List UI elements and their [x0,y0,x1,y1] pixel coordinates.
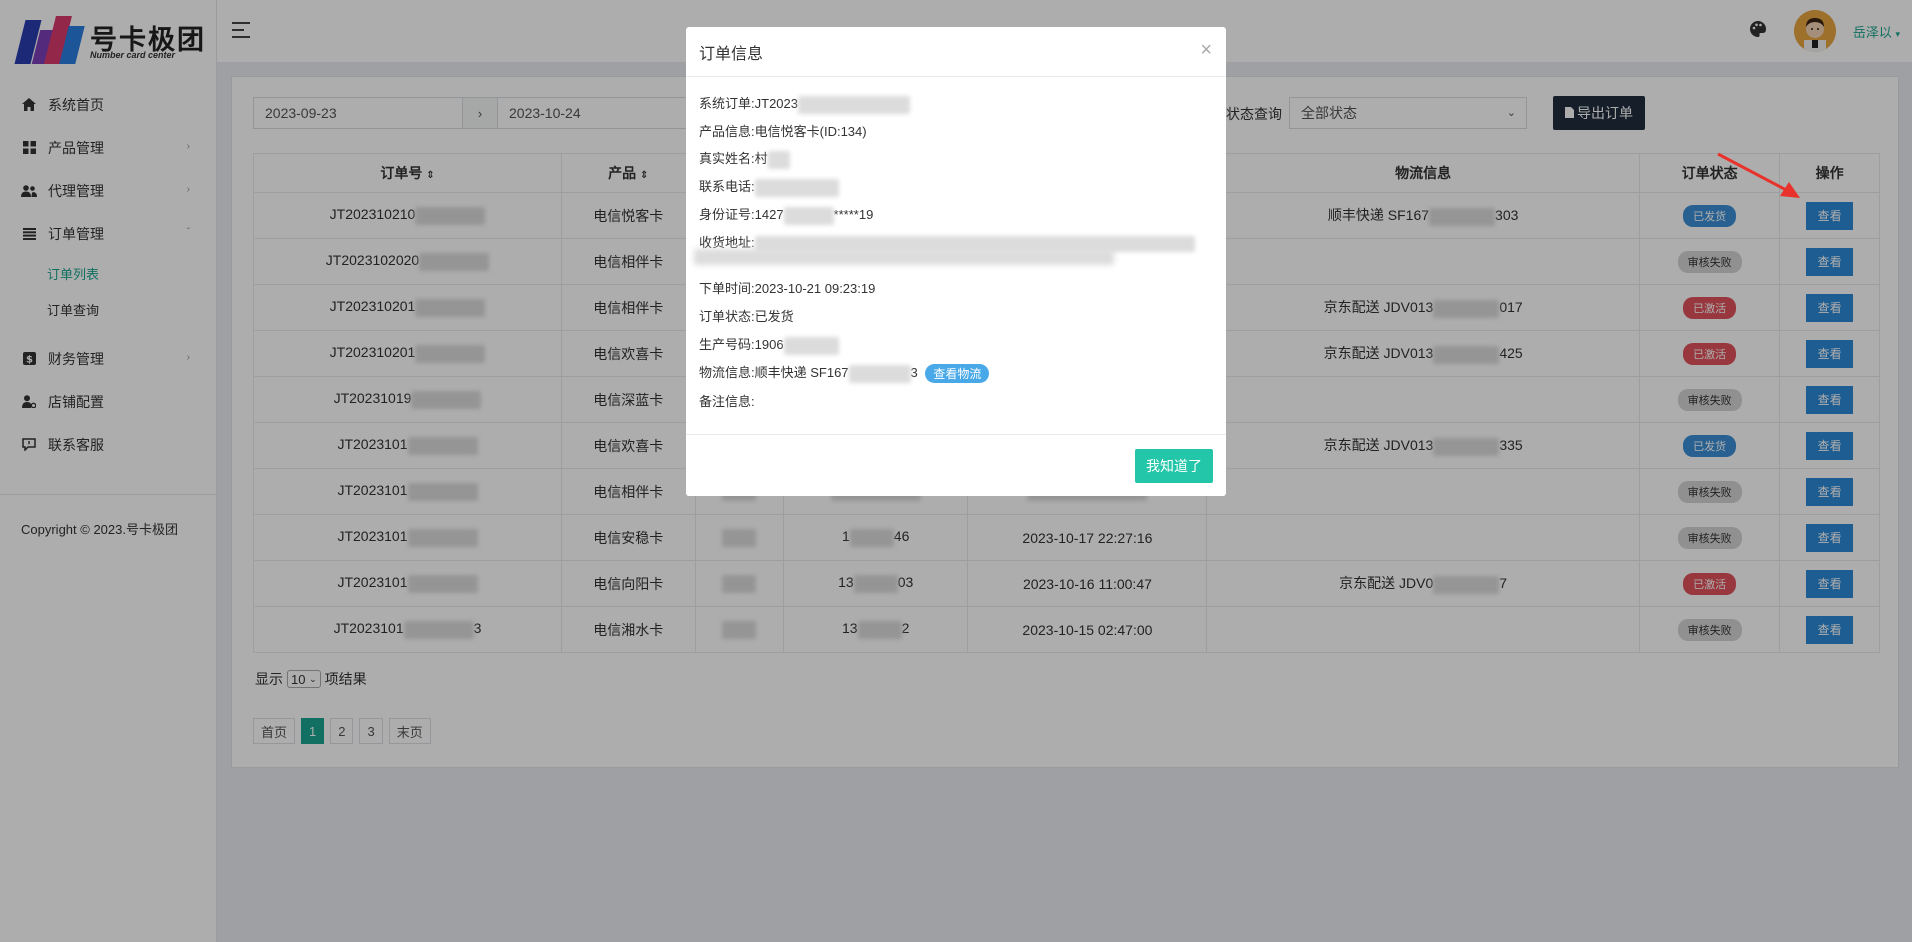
field-id-number: 身份证号:1427 *****19 [699,204,873,225]
view-logistics-button[interactable]: 查看物流 [925,364,990,384]
field-phone: 联系电话: [699,176,839,197]
modal-title: 订单信息 [686,27,1226,77]
field-remark: 备注信息: [699,394,755,409]
field-logistics: 物流信息:顺丰快递 SF167 3 查看物流 [699,362,990,384]
close-icon[interactable]: × [1200,39,1212,62]
order-info-modal: 订单信息 × 系统订单:JT2023 产品信息:电信悦客卡(ID:134) 真实… [686,27,1226,496]
field-order-status: 订单状态:已发货 [699,309,794,324]
field-order-time: 下单时间:2023-10-21 09:23:19 [699,281,876,296]
field-system-order: 系统订单:JT2023 [699,93,910,114]
modal-footer: 我知道了 [686,434,1226,496]
field-production-number: 生产号码:1906 [699,334,839,355]
acknowledge-button[interactable]: 我知道了 [1135,449,1213,483]
address-redaction [694,249,1114,265]
field-real-name: 真实姓名:村 [699,148,790,169]
field-product: 产品信息:电信悦客卡(ID:134) [699,124,867,139]
